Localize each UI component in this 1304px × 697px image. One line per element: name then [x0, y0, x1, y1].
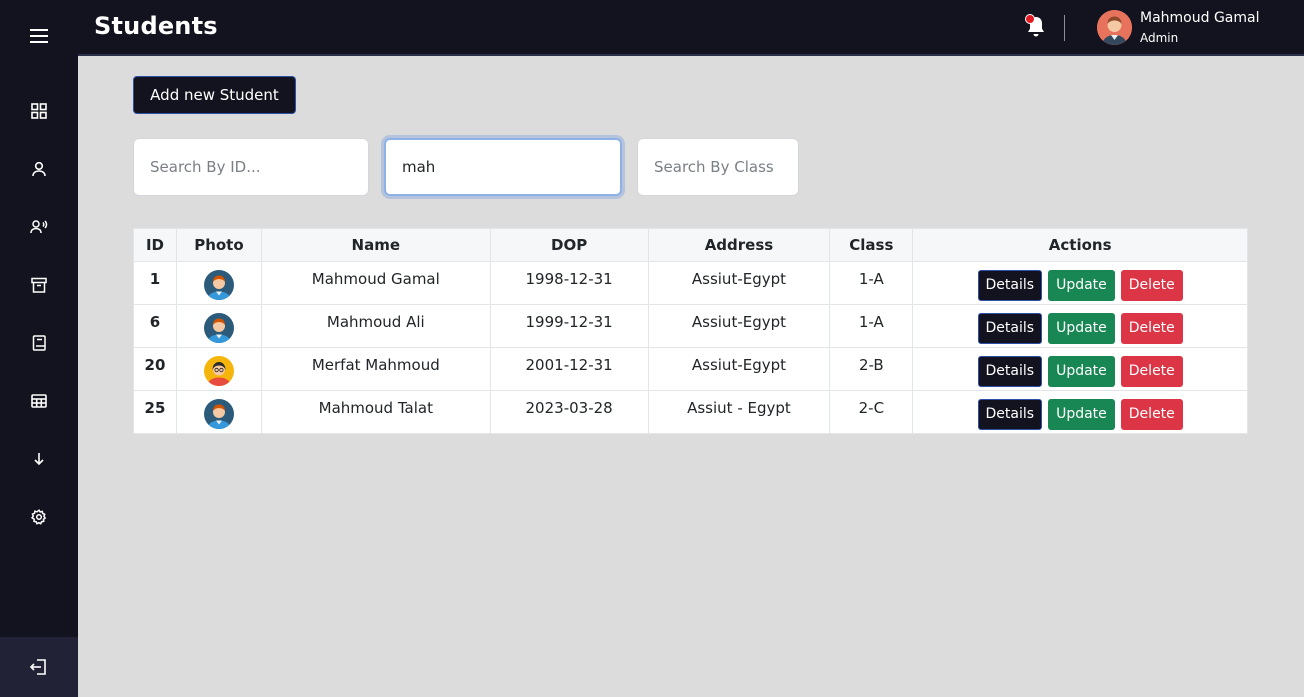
cell-id: 20	[133, 347, 177, 391]
table-icon[interactable]	[29, 391, 49, 411]
cell-address: Assiut - Egypt	[647, 390, 831, 434]
student-avatar	[203, 270, 234, 300]
cell-address: Assiut-Egypt	[647, 261, 831, 305]
header-class: Class	[829, 228, 914, 262]
details-button[interactable]: Details	[977, 313, 1043, 344]
header-actions: Actions	[912, 228, 1248, 262]
students-table: ID Photo Name DOP Address Class Actions …	[133, 228, 1248, 434]
table-row: 25 Mahmoud Talat 2023-03-28 Assiut - Egy…	[133, 390, 1248, 434]
topbar: Students Mahmoud Gamal Admin	[78, 0, 1304, 56]
divider	[1064, 15, 1065, 41]
arrow-down-icon[interactable]	[29, 449, 49, 469]
student-avatar	[203, 399, 234, 429]
cell-id: 25	[133, 390, 177, 434]
header-id: ID	[133, 228, 177, 262]
cell-dop: 1998-12-31	[489, 261, 649, 305]
cell-class: 2-B	[829, 347, 914, 391]
cell-address: Assiut-Egypt	[647, 304, 831, 348]
add-student-button[interactable]: Add new Student	[133, 76, 296, 114]
archive-icon[interactable]	[29, 275, 49, 295]
cell-id: 1	[133, 261, 177, 305]
book-icon[interactable]	[29, 333, 49, 353]
logout-button[interactable]	[0, 637, 78, 697]
cell-id: 6	[133, 304, 177, 348]
cell-actions: Details Update Delete	[912, 390, 1248, 434]
delete-button[interactable]: Delete	[1120, 270, 1183, 301]
details-button[interactable]: Details	[977, 399, 1043, 430]
cell-actions: Details Update Delete	[912, 347, 1248, 391]
logout-icon	[30, 659, 46, 675]
update-button[interactable]: Update	[1048, 399, 1115, 430]
cell-photo	[175, 390, 262, 434]
cell-actions: Details Update Delete	[912, 261, 1248, 305]
search-by-name-input[interactable]	[384, 138, 622, 196]
header-name: Name	[260, 228, 491, 262]
search-by-class-input[interactable]	[637, 138, 799, 196]
cell-dop: 2023-03-28	[489, 390, 649, 434]
cell-photo	[175, 304, 262, 348]
cell-name: Merfat Mahmoud	[260, 347, 491, 391]
table-row: 1 Mahmoud Gamal 1998-12-31 Assiut-Egypt …	[133, 261, 1248, 305]
delete-button[interactable]: Delete	[1120, 356, 1183, 387]
cell-address: Assiut-Egypt	[647, 347, 831, 391]
users-voice-icon[interactable]	[29, 217, 49, 237]
cell-class: 2-C	[829, 390, 914, 434]
delete-button[interactable]: Delete	[1120, 399, 1183, 430]
table-body: 1 Mahmoud Gamal 1998-12-31 Assiut-Egypt …	[133, 261, 1248, 434]
cell-name: Mahmoud Talat	[260, 390, 491, 434]
update-button[interactable]: Update	[1048, 313, 1115, 344]
user-avatar[interactable]	[1097, 10, 1132, 45]
cell-dop: 2001-12-31	[489, 347, 649, 391]
menu-icon[interactable]	[29, 26, 49, 46]
search-by-id-input[interactable]	[133, 138, 369, 196]
gear-icon[interactable]	[29, 507, 49, 527]
update-button[interactable]: Update	[1048, 356, 1115, 387]
page-title: Students	[94, 12, 218, 40]
details-button[interactable]: Details	[977, 270, 1043, 301]
table-header-row: ID Photo Name DOP Address Class Actions	[133, 228, 1248, 262]
cell-class: 1-A	[829, 304, 914, 348]
cell-actions: Details Update Delete	[912, 304, 1248, 348]
delete-button[interactable]: Delete	[1120, 313, 1183, 344]
cell-dop: 1999-12-31	[489, 304, 649, 348]
cell-photo	[175, 261, 262, 305]
dashboard-icon[interactable]	[29, 101, 49, 121]
details-button[interactable]: Details	[977, 356, 1043, 387]
notification-dot	[1025, 14, 1035, 24]
user-icon[interactable]	[29, 159, 49, 179]
sidebar	[0, 0, 78, 697]
table-row: 20 Merfat Mahmoud 2001-12-31 Assiut-Egyp…	[133, 347, 1248, 391]
student-avatar	[203, 313, 234, 343]
update-button[interactable]: Update	[1048, 270, 1115, 301]
cell-name: Mahmoud Ali	[260, 304, 491, 348]
user-name: Mahmoud Gamal	[1140, 10, 1260, 26]
table-row: 6 Mahmoud Ali 1999-12-31 Assiut-Egypt 1-…	[133, 304, 1248, 348]
user-role: Admin	[1140, 31, 1179, 45]
cell-photo	[175, 347, 262, 391]
cell-class: 1-A	[829, 261, 914, 305]
header-address: Address	[647, 228, 831, 262]
header-dop: DOP	[489, 228, 649, 262]
cell-name: Mahmoud Gamal	[260, 261, 491, 305]
header-photo: Photo	[175, 228, 262, 262]
student-avatar	[203, 356, 234, 386]
